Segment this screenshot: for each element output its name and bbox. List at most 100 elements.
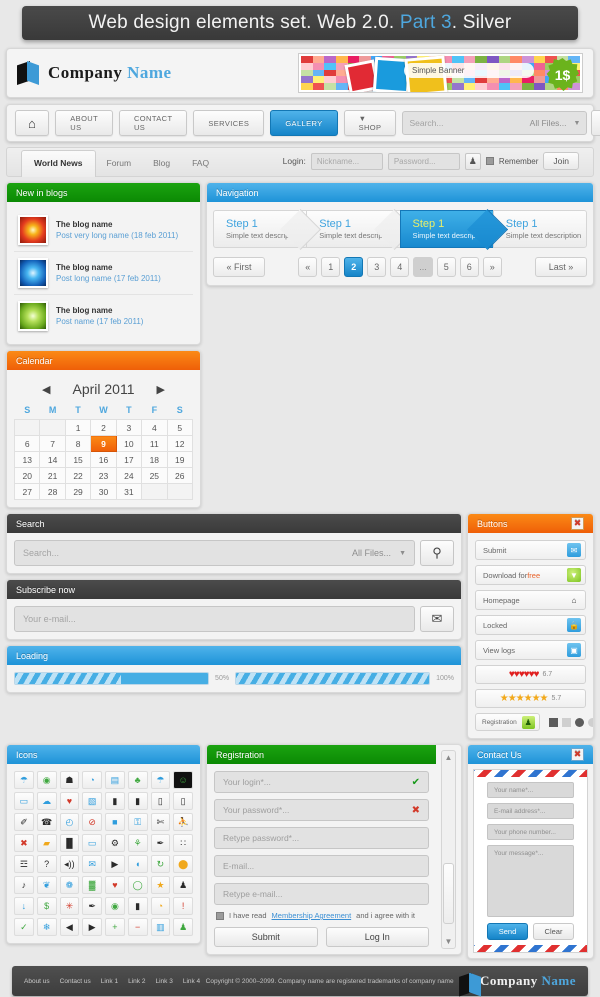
- icon-cell-5[interactable]: ▤: [105, 771, 125, 789]
- icon-cell-24[interactable]: ⛹: [173, 813, 193, 831]
- icon-cell-14[interactable]: ▮: [127, 792, 148, 810]
- nav-search-input[interactable]: Search... All Files... ▼: [402, 111, 588, 135]
- icon-cell-32[interactable]: ∷: [173, 834, 193, 852]
- pagination-page-4[interactable]: 4: [390, 257, 410, 277]
- calendar-day[interactable]: 26: [166, 467, 194, 484]
- search-submit-button[interactable]: ⚲: [420, 540, 454, 566]
- calendar-day[interactable]: 30: [90, 483, 117, 500]
- pagination-next[interactable]: »: [482, 257, 502, 277]
- icon-cell-60[interactable]: ▶: [82, 918, 102, 936]
- calendar-day[interactable]: 25: [141, 467, 168, 484]
- icon-cell-36[interactable]: ✉: [82, 855, 102, 873]
- nav-item-shop[interactable]: ▼ SHOP: [343, 110, 397, 136]
- icon-cell-7[interactable]: ☂: [150, 771, 171, 789]
- icon-cell-64[interactable]: ♟: [173, 918, 193, 936]
- submit-button[interactable]: Submit ✉: [475, 540, 586, 560]
- icon-cell-55[interactable]: ◔: [150, 897, 171, 915]
- list-item[interactable]: The blog name Post long name (17 feb 201…: [14, 252, 193, 295]
- footer-logo[interactable]: Company Name: [459, 972, 576, 997]
- icon-cell-47[interactable]: ★: [150, 876, 171, 894]
- icon-cell-38[interactable]: ◖: [127, 855, 148, 873]
- heart-rating[interactable]: ♥♥♥♥♥♥ 6.7: [475, 665, 586, 684]
- join-button[interactable]: Join: [543, 152, 579, 170]
- nav-item-contact[interactable]: CONTACT US: [118, 110, 188, 136]
- calendar-day[interactable]: 6: [13, 435, 41, 452]
- icon-cell-35[interactable]: ◂)): [59, 855, 80, 873]
- tab-world-news[interactable]: World News: [21, 150, 96, 177]
- remember-checkbox[interactable]: [485, 157, 494, 165]
- calendar-day[interactable]: 20: [13, 467, 41, 484]
- subscribe-email-input[interactable]: Your e-mail...: [14, 606, 415, 632]
- icon-cell-13[interactable]: ▮: [105, 792, 125, 810]
- tab-blog[interactable]: Blog: [142, 158, 181, 176]
- swatch-dark-square[interactable]: [548, 717, 558, 727]
- calendar-day[interactable]: 23: [90, 467, 117, 484]
- blog-subtitle[interactable]: Post very long name (18 feb 2011): [56, 231, 178, 240]
- pagination-first[interactable]: « First: [213, 257, 265, 277]
- calendar-day[interactable]: 13: [13, 451, 41, 468]
- calendar-day[interactable]: 2: [90, 419, 117, 436]
- advert-banner[interactable]: Simple Banner 1$: [298, 53, 583, 93]
- pagination-last[interactable]: Last »: [535, 257, 588, 277]
- nav-item-gallery[interactable]: GALLERY: [270, 110, 338, 136]
- footer-link-4[interactable]: Link 2: [128, 978, 145, 985]
- retype-email-field[interactable]: Retype e-mail...: [214, 883, 429, 905]
- calendar-day[interactable]: 14: [39, 451, 66, 468]
- icon-cell-56[interactable]: !: [173, 897, 193, 915]
- swatch-dark-circle[interactable]: [574, 717, 584, 727]
- password-input[interactable]: Password...: [387, 152, 460, 170]
- contact-message-field[interactable]: Your message*...: [487, 845, 574, 917]
- calendar-day[interactable]: 28: [39, 483, 66, 500]
- step-1[interactable]: Step 1 Simple text description: [213, 210, 307, 248]
- icon-cell-3[interactable]: ☗: [59, 771, 80, 789]
- icon-cell-18[interactable]: ☎: [36, 813, 57, 831]
- password-field[interactable]: Your password*... ✖: [214, 799, 429, 821]
- nav-search-filter[interactable]: All Files...: [530, 118, 567, 128]
- icon-cell-40[interactable]: ⬤: [173, 855, 193, 873]
- icon-cell-33[interactable]: ☲: [14, 855, 34, 873]
- scrollbar-thumb[interactable]: [443, 863, 454, 924]
- style-swatches[interactable]: [548, 717, 593, 727]
- icon-cell-19[interactable]: ◴: [59, 813, 80, 831]
- footer-link-1[interactable]: About us: [24, 978, 50, 985]
- icon-cell-49[interactable]: ↓: [14, 897, 34, 915]
- contact-send-button[interactable]: Send: [487, 923, 528, 940]
- footer-link-6[interactable]: Link 4: [183, 978, 200, 985]
- calendar-day[interactable]: 15: [64, 451, 92, 468]
- calendar-day[interactable]: 8: [64, 435, 92, 452]
- pagination-page-2[interactable]: 2: [344, 257, 364, 277]
- membership-agreement-link[interactable]: Membership Agreement: [272, 911, 352, 920]
- icon-cell-1[interactable]: ☂: [14, 771, 34, 789]
- icon-cell-30[interactable]: ⚘: [127, 834, 148, 852]
- icon-cell-26[interactable]: ▰: [36, 834, 57, 852]
- nickname-input[interactable]: Nickname...: [310, 152, 383, 170]
- icon-cell-63[interactable]: ▥: [150, 918, 171, 936]
- scrollbar-track[interactable]: [443, 765, 454, 934]
- agreement-checkbox[interactable]: [216, 911, 224, 920]
- icon-cell-29[interactable]: ⚙: [105, 834, 125, 852]
- locked-button[interactable]: Locked 🔒: [475, 615, 586, 635]
- star-rating[interactable]: ★★★★★★ 5.7: [475, 689, 586, 708]
- scroll-down-icon[interactable]: ▼: [445, 937, 453, 946]
- icon-cell-39[interactable]: ↻: [150, 855, 171, 873]
- retype-password-field[interactable]: Retype password*...: [214, 827, 429, 849]
- icon-cell-25[interactable]: ✖: [14, 834, 34, 852]
- email-field[interactable]: E-mail...: [214, 855, 429, 877]
- contact-name-field[interactable]: Your name*...: [487, 782, 574, 798]
- pagination-page-1[interactable]: 1: [321, 257, 341, 277]
- icon-cell-51[interactable]: ✳: [59, 897, 80, 915]
- calendar-day[interactable]: 10: [115, 435, 143, 452]
- download-button[interactable]: Download for free ▼: [475, 565, 586, 585]
- calendar-day[interactable]: 22: [64, 467, 92, 484]
- calendar-day[interactable]: 7: [39, 435, 66, 452]
- calendar-day[interactable]: 17: [115, 451, 143, 468]
- calendar-day[interactable]: 18: [141, 451, 168, 468]
- chevron-down-icon[interactable]: ▼: [399, 550, 406, 557]
- registration-submit-button[interactable]: Submit: [214, 927, 318, 947]
- calendar-day[interactable]: 24: [115, 467, 143, 484]
- search-filter[interactable]: All Files...: [352, 548, 391, 558]
- blog-subtitle[interactable]: Post long name (17 feb 2011): [56, 274, 161, 283]
- footer-link-5[interactable]: Link 3: [155, 978, 172, 985]
- icon-cell-16[interactable]: ▯: [173, 792, 193, 810]
- contact-clear-button[interactable]: Clear: [533, 923, 574, 940]
